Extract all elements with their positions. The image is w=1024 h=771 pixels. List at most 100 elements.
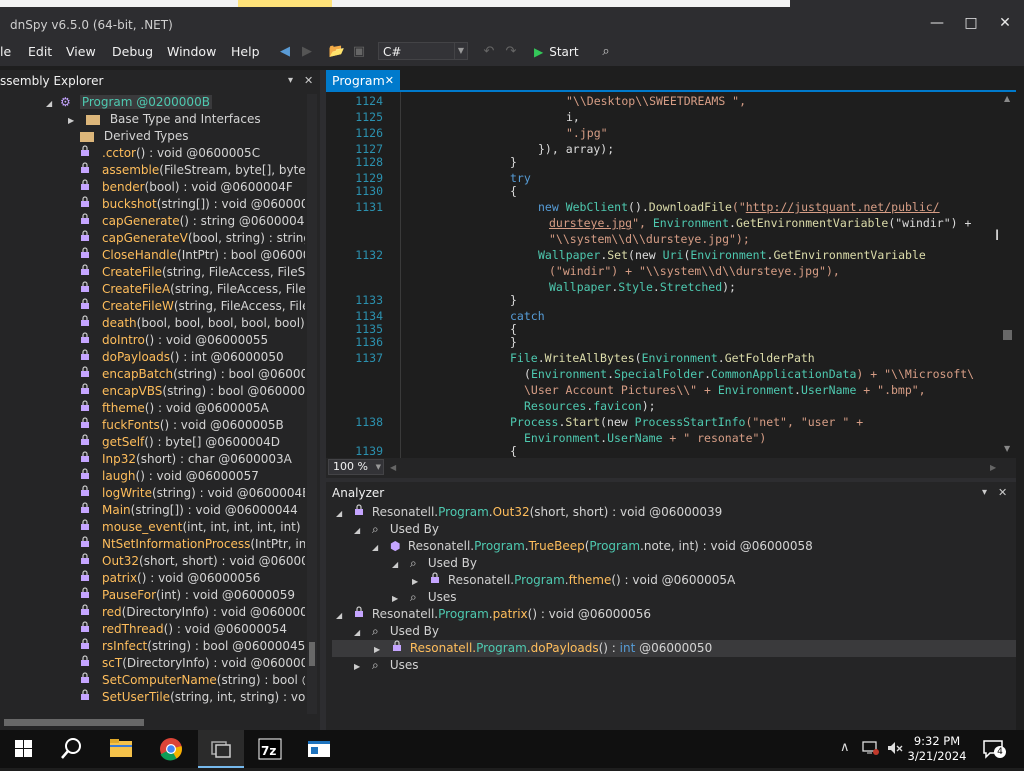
search-icon[interactable]: ⌕ (597, 43, 615, 61)
volume-muted-icon[interactable] (886, 739, 904, 760)
tree-member-row[interactable]: PauseFor(int) : void @06000059 (80, 587, 295, 604)
menu-file[interactable]: le (0, 42, 11, 62)
tree-member-row[interactable]: doIntro() : void @06000055 (80, 332, 268, 349)
tree-member-row[interactable]: logWrite(string) : void @0600004E (80, 485, 305, 502)
chrome-icon[interactable] (148, 730, 194, 768)
menu-view[interactable]: View (66, 42, 96, 62)
tree-member-row[interactable]: redThread() : void @06000054 (80, 621, 287, 638)
save-icon[interactable]: ▣ (350, 43, 368, 61)
panel-menu-icon[interactable]: ▾ (982, 482, 987, 504)
tree-member-row[interactable]: CreateFileA(string, FileAccess, FileShar (80, 281, 305, 298)
tree-hscrollbar-thumb[interactable] (4, 719, 144, 726)
undo-icon[interactable]: ↶ (480, 43, 498, 61)
analyzer-used-by[interactable]: ◢ ⌕ Used By (392, 555, 477, 572)
scroll-up-icon[interactable]: ▲ (1004, 94, 1010, 103)
analyzer-node-patrix[interactable]: ◢ Resonatell.Program.patrix() : void @06… (336, 606, 651, 623)
minimize-button[interactable]: — (920, 8, 954, 38)
scroll-left-icon[interactable]: ◀ (390, 463, 396, 472)
tree-member-row[interactable]: capGenerateV(bool, string) : string @0( (80, 230, 305, 247)
tree-member-row[interactable]: assemble(FileStream, byte[], byte[], by (80, 162, 305, 179)
tree-member-row[interactable]: red(DirectoryInfo) : void @06000053 (80, 604, 305, 621)
analyzer-node-truebeep[interactable]: ◢ ⬢ Resonatell.Program.TrueBeep(Program.… (372, 538, 813, 555)
tree-member-row[interactable]: .cctor() : void @0600005C (80, 145, 260, 162)
tree-member-row[interactable]: capGenerate() : string @06000048 (80, 213, 305, 230)
language-select[interactable]: C# ▼ (378, 42, 468, 60)
tree-member-row[interactable]: SetUserTile(string, int, string) : void … (80, 689, 305, 706)
line-number: 1125 (355, 110, 383, 124)
tree-member-row[interactable]: getSelf() : byte[] @0600004D (80, 434, 280, 451)
taskbar-search-icon[interactable] (48, 730, 94, 768)
zoom-select[interactable]: 100 % ▼ (328, 459, 384, 475)
start-button[interactable] (0, 730, 46, 768)
member-name: logWrite (102, 486, 152, 500)
maximize-button[interactable]: □ (954, 8, 988, 38)
analyzer-uses[interactable]: ▶ ⌕ Uses (392, 589, 456, 606)
analyzer-node-ftheme[interactable]: ▶ Resonatell.Program.ftheme() : void @06… (412, 572, 735, 589)
panel-close-icon[interactable]: ✕ (304, 70, 313, 92)
tree-member-row[interactable]: mouse_event(int, int, int, int, int) : v… (80, 519, 305, 536)
tree-node-base-types[interactable]: ▶ Base Type and Interfaces (68, 111, 261, 128)
tree-member-row[interactable]: doPayloads() : int @06000050 (80, 349, 284, 366)
scroll-down-icon[interactable]: ▼ (1004, 444, 1010, 453)
tab-program[interactable]: Program ✕ (326, 70, 400, 92)
open-folder-icon[interactable]: 📂 (328, 43, 346, 61)
analyzer-used-by[interactable]: ◢ ⌕ Used By (354, 623, 439, 640)
tree-member-row[interactable]: encapVBS(string) : bool @0600004B (80, 383, 305, 400)
app-window-icon[interactable] (296, 730, 342, 768)
analyzer-used-by[interactable]: ◢ ⌕ Used By (354, 521, 439, 538)
dnspy-taskbar-icon[interactable] (198, 730, 244, 768)
tree-member-row[interactable]: Out32(short, short) : void @06000039 (80, 553, 305, 570)
tree-node-program[interactable]: ◢ ⚙ Program @0200000B (46, 94, 212, 111)
7zip-icon[interactable]: 7z (248, 730, 294, 768)
tree-member-row[interactable]: death(bool, bool, bool, bool, bool) : vo (80, 315, 305, 332)
menu-debug[interactable]: Debug (112, 42, 153, 62)
url-link[interactable]: http://justquant.net/public/ (746, 200, 940, 214)
tree-member-row[interactable]: ftheme() : void @0600005A (80, 400, 269, 417)
tree-member-row[interactable]: CreateFileW(string, FileAccess, FileSha (80, 298, 305, 315)
tree-member-row[interactable]: laugh() : void @06000057 (80, 468, 259, 485)
tree-member-row[interactable]: CreateFile(string, FileAccess, FileShare… (80, 264, 305, 281)
panel-close-icon[interactable]: ✕ (998, 482, 1007, 504)
tree-member-row[interactable]: SetComputerName(string) : bool @060 (80, 672, 305, 689)
show-hidden-icons-icon[interactable]: ∧ (840, 740, 850, 755)
scroll-right-icon[interactable]: ▶ (990, 463, 996, 472)
network-icon[interactable] (862, 739, 880, 760)
tree-member-row[interactable]: CloseHandle(IntPtr) : bool @06000041 (80, 247, 305, 264)
analyzer-node-dopayloads[interactable]: ▶ Resonatell.Program.doPayloads() : int … (374, 640, 712, 657)
editor-scrollbar-thumb[interactable] (1003, 330, 1012, 340)
navigate-back-icon[interactable]: ◀ (276, 43, 294, 61)
menu-edit[interactable]: Edit (28, 42, 52, 62)
tree-member-row[interactable]: fuckFonts() : void @0600005B (80, 417, 284, 434)
tree-member-row[interactable]: scT(DirectoryInfo) : void @06000052 (80, 655, 305, 672)
redo-icon[interactable]: ↷ (502, 43, 520, 61)
member-signature: (string) : void @0600004E (151, 486, 305, 500)
tab-close-icon[interactable]: ✕ (385, 70, 394, 91)
menu-window[interactable]: Window (167, 42, 216, 62)
tree-member-row[interactable]: buckshot(string[]) : void @06000047 (80, 196, 305, 213)
analyzer-node-out32[interactable]: ◢ Resonatell.Program.Out32(short, short)… (336, 504, 722, 521)
analyzer-uses[interactable]: ▶ ⌕ Uses (354, 657, 418, 674)
tree-member-row[interactable]: Main(string[]) : void @06000044 (80, 502, 298, 519)
menu-help[interactable]: Help (231, 42, 260, 62)
navigate-forward-icon[interactable]: ▶ (298, 43, 316, 61)
notification-center-icon[interactable]: 4 (982, 738, 1006, 763)
tree-scrollbar[interactable] (307, 94, 317, 714)
close-window-button[interactable]: ✕ (988, 8, 1022, 38)
tree-member-row[interactable]: patrix() : void @06000056 (80, 570, 260, 587)
tree-member-row[interactable]: bender(bool) : void @0600004F (80, 179, 293, 196)
tree-hscrollbar[interactable] (0, 716, 320, 730)
title-bar[interactable]: dnSpy v6.5.0 (64-bit, .NET) — □ ✕ (0, 8, 1024, 38)
tree-member-row[interactable]: rsInfect(string) : bool @06000045 (80, 638, 305, 655)
file-explorer-icon[interactable] (98, 730, 144, 768)
tree-member-row[interactable]: Inp32(short) : char @0600003A (80, 451, 292, 468)
tree-member-row[interactable]: NtSetInformationProcess(IntPtr, int, re (80, 536, 305, 553)
start-debug-button[interactable]: ▶ Start (534, 42, 579, 62)
tree-member-row[interactable]: encapBatch(string) : bool @0600004A (80, 366, 305, 383)
tree-node-derived-types[interactable]: Derived Types (80, 128, 188, 145)
assembly-tree[interactable]: ◢ ⚙ Program @0200000B ▶ Base Type and In… (0, 92, 305, 716)
system-clock[interactable]: 9:32 PM 3/21/2024 (906, 734, 968, 764)
editor-scrollbar[interactable]: ▲ ▼ (1000, 92, 1016, 458)
tree-scrollbar-thumb[interactable] (309, 642, 315, 666)
member-name: CreateFileW (102, 299, 174, 313)
panel-menu-icon[interactable]: ▾ (288, 70, 293, 92)
